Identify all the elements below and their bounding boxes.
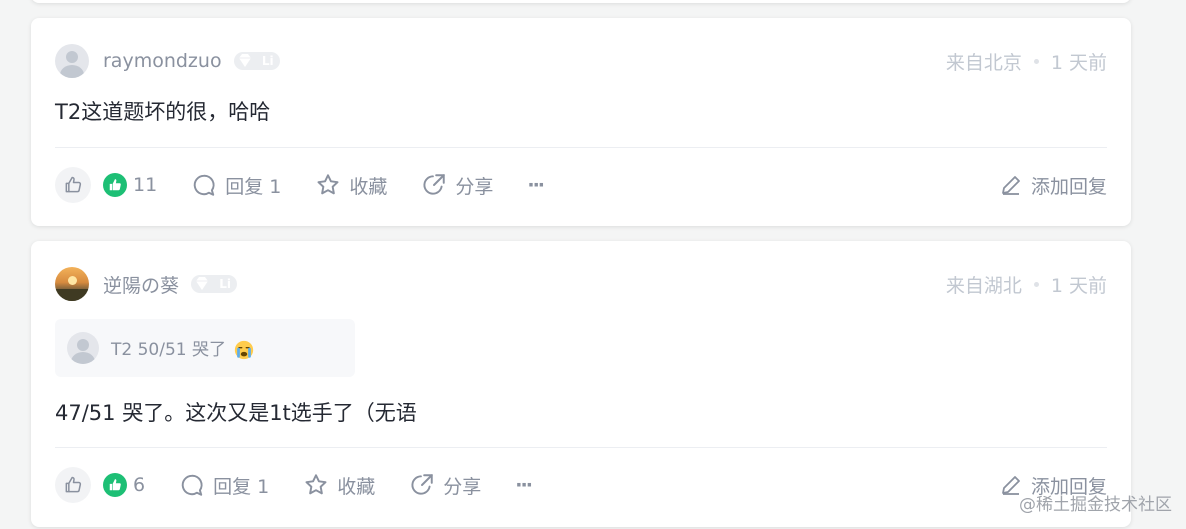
comment-header: 逆陽の葵 Li 来自湖北 1 天前 bbox=[55, 267, 1107, 301]
share-label: 分享 bbox=[443, 475, 482, 498]
comment-bubble-icon bbox=[181, 474, 203, 496]
comment-bubble-icon bbox=[193, 174, 215, 196]
favorite-button[interactable]: 收藏 bbox=[303, 472, 375, 499]
gem-icon bbox=[238, 54, 251, 67]
comment-header: raymondzuo Li 来自北京 1 天前 bbox=[55, 44, 1107, 78]
add-reply-label: 添加回复 bbox=[1030, 175, 1107, 198]
favorite-button[interactable]: 收藏 bbox=[315, 172, 387, 199]
liked-indicator bbox=[103, 173, 127, 197]
more-dots-icon: ··· bbox=[515, 474, 533, 496]
comment-meta: 来自北京 1 天前 bbox=[946, 48, 1107, 75]
level-badge: Li bbox=[233, 52, 280, 70]
thumb-up-filled-icon bbox=[109, 479, 121, 491]
comment-actions: 6 回复 1 收藏 分享 ··· 添加回复 bbox=[55, 465, 1107, 505]
watermark: @稀土掘金技术社区 bbox=[1019, 495, 1172, 515]
quote-avatar bbox=[67, 332, 99, 364]
gem-icon bbox=[196, 277, 209, 290]
thumb-up-filled-icon bbox=[109, 179, 121, 191]
avatar[interactable] bbox=[55, 44, 89, 78]
add-reply-button[interactable]: 添加回复 bbox=[999, 172, 1107, 199]
share-button[interactable]: 分享 bbox=[421, 172, 493, 199]
comment-actions: 11 回复 1 收藏 分享 ··· 添加回复 bbox=[55, 165, 1107, 205]
separator-dot bbox=[1033, 58, 1039, 64]
reply-label: 回复 1 bbox=[225, 175, 282, 198]
username[interactable]: raymondzuo bbox=[103, 50, 222, 72]
previous-comment-card bbox=[31, 0, 1131, 3]
location-text: 来自北京 bbox=[945, 51, 1022, 74]
star-icon bbox=[317, 174, 339, 195]
thumb-up-icon bbox=[65, 176, 82, 193]
level-badge: Li bbox=[191, 275, 238, 293]
level-label: Li bbox=[219, 277, 232, 291]
separator-dot bbox=[1033, 281, 1039, 287]
divider bbox=[55, 447, 1107, 448]
comment-content: 47/51 哭了。这次又是1t选手了（无语 bbox=[55, 401, 417, 425]
share-arrow-icon bbox=[423, 174, 446, 195]
pencil-icon bbox=[1002, 176, 1020, 195]
comment-meta: 来自湖北 1 天前 bbox=[946, 271, 1107, 298]
crying-face-icon bbox=[235, 340, 254, 360]
comment-content: T2这道题坏的很，哈哈 bbox=[55, 100, 271, 124]
reply-button[interactable]: 回复 1 bbox=[179, 472, 269, 499]
comment-card: 逆陽の葵 Li 来自湖北 1 天前 T2 50/51 哭了 47/51 哭了。这… bbox=[31, 241, 1131, 527]
more-button[interactable]: ··· bbox=[515, 474, 533, 496]
level-label: Li bbox=[261, 54, 274, 68]
thumb-up-icon bbox=[65, 476, 82, 493]
reply-button[interactable]: 回复 1 bbox=[191, 172, 281, 199]
time-text: 1 天前 bbox=[1050, 274, 1107, 297]
liked-indicator bbox=[103, 473, 127, 497]
more-dots-icon: ··· bbox=[527, 174, 545, 196]
share-arrow-icon bbox=[411, 474, 433, 495]
share-button[interactable]: 分享 bbox=[409, 472, 481, 499]
divider bbox=[55, 147, 1107, 148]
like-button[interactable] bbox=[55, 467, 91, 503]
username[interactable]: 逆陽の葵 bbox=[103, 271, 179, 298]
avatar[interactable] bbox=[55, 267, 89, 301]
quoted-reply[interactable]: T2 50/51 哭了 bbox=[55, 319, 355, 377]
time-text: 1 天前 bbox=[1050, 51, 1107, 74]
like-count: 11 bbox=[133, 174, 158, 196]
share-label: 分享 bbox=[455, 175, 494, 198]
more-button[interactable]: ··· bbox=[527, 174, 545, 196]
comment-card: raymondzuo Li 来自北京 1 天前 T2这道题坏的很，哈哈 11 回… bbox=[31, 18, 1131, 226]
favorite-label: 收藏 bbox=[349, 175, 388, 198]
reply-label: 回复 1 bbox=[213, 475, 270, 498]
favorite-label: 收藏 bbox=[337, 475, 376, 498]
like-button[interactable] bbox=[55, 167, 91, 203]
like-count: 6 bbox=[133, 474, 146, 496]
location-text: 来自湖北 bbox=[945, 274, 1022, 297]
star-icon bbox=[305, 474, 327, 495]
quoted-text: T2 50/51 哭了 bbox=[111, 335, 255, 361]
